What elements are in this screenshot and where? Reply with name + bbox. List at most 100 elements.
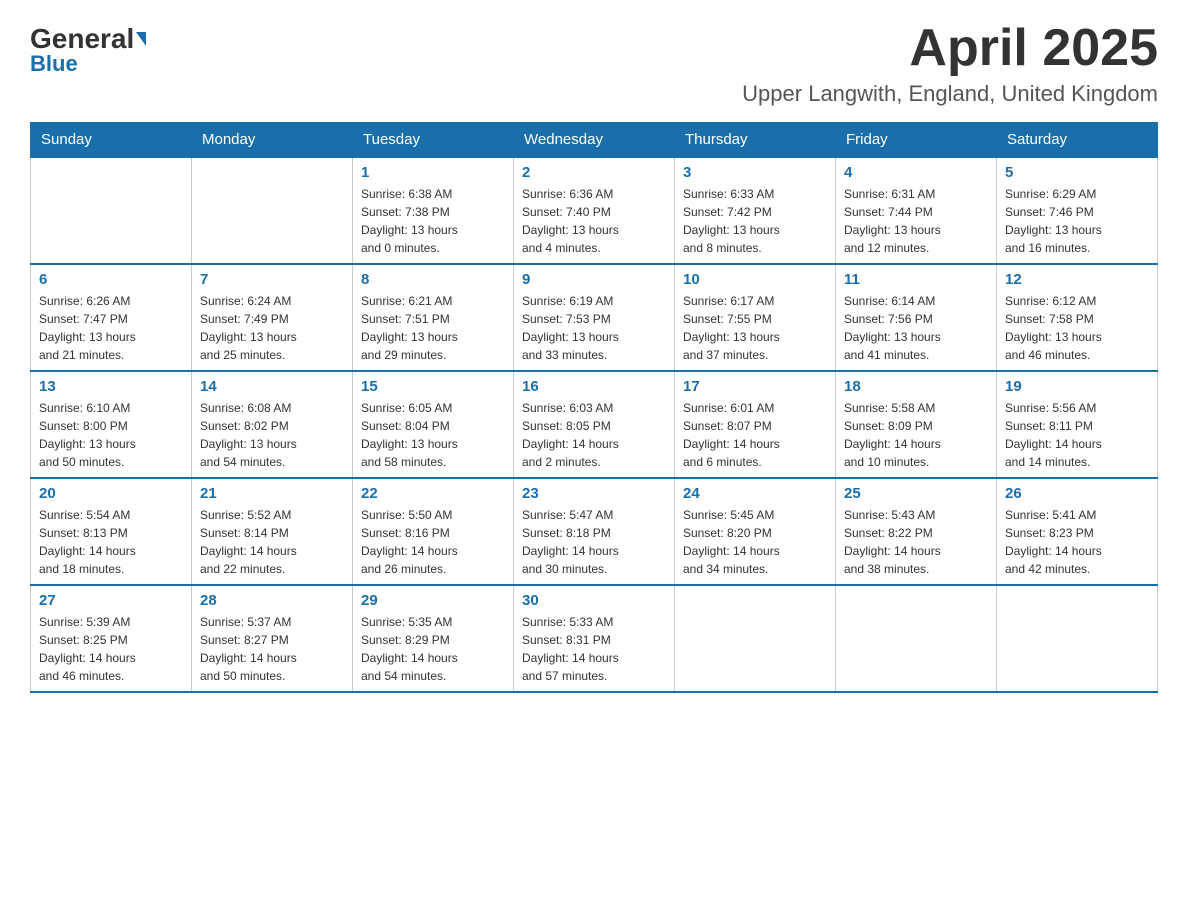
calendar-cell: 10 Sunrise: 6:17 AMSunset: 7:55 PMDayligh… xyxy=(675,264,836,371)
logo-blue-text: Blue xyxy=(30,53,78,75)
day-number: 28 xyxy=(200,592,344,609)
day-number: 7 xyxy=(200,271,344,288)
calendar-header-thursday: Thursday xyxy=(675,123,836,158)
day-info: Sunrise: 5:58 AMSunset: 8:09 PMDaylight:… xyxy=(844,399,988,471)
day-info: Sunrise: 6:36 AMSunset: 7:40 PMDaylight:… xyxy=(522,185,666,257)
calendar-cell: 27 Sunrise: 5:39 AMSunset: 8:25 PMDayligh… xyxy=(31,585,192,692)
calendar-cell: 7 Sunrise: 6:24 AMSunset: 7:49 PMDaylight… xyxy=(192,264,353,371)
day-info: Sunrise: 5:47 AMSunset: 8:18 PMDaylight:… xyxy=(522,506,666,578)
calendar-cell: 5 Sunrise: 6:29 AMSunset: 7:46 PMDaylight… xyxy=(997,157,1158,264)
calendar-cell: 15Sunrise: 6:05 AMSunset: 8:04 PMDayligh… xyxy=(353,371,514,478)
day-number: 25 xyxy=(844,485,988,502)
day-number: 12 xyxy=(1005,271,1149,288)
day-number: 2 xyxy=(522,164,666,181)
calendar-header-friday: Friday xyxy=(836,123,997,158)
calendar-cell: 8 Sunrise: 6:21 AMSunset: 7:51 PMDaylight… xyxy=(353,264,514,371)
day-info: Sunrise: 5:54 AMSunset: 8:13 PMDaylight:… xyxy=(39,506,183,578)
calendar-header-wednesday: Wednesday xyxy=(514,123,675,158)
calendar-week-row-5: 27 Sunrise: 5:39 AMSunset: 8:25 PMDayligh… xyxy=(31,585,1158,692)
calendar-week-row-2: 6 Sunrise: 6:26 AMSunset: 7:47 PMDaylight… xyxy=(31,264,1158,371)
calendar-table: SundayMondayTuesdayWednesdayThursdayFrid… xyxy=(30,122,1158,693)
day-number: 21 xyxy=(200,485,344,502)
calendar-header-sunday: Sunday xyxy=(31,123,192,158)
day-info: Sunrise: 5:33 AMSunset: 8:31 PMDaylight:… xyxy=(522,613,666,685)
calendar-cell xyxy=(192,157,353,264)
day-number: 11 xyxy=(844,271,988,288)
day-number: 9 xyxy=(522,271,666,288)
day-number: 30 xyxy=(522,592,666,609)
day-number: 22 xyxy=(361,485,505,502)
day-info: Sunrise: 6:38 AMSunset: 7:38 PMDaylight:… xyxy=(361,185,505,257)
calendar-cell xyxy=(836,585,997,692)
day-info: Sunrise: 6:01 AMSunset: 8:07 PMDaylight:… xyxy=(683,399,827,471)
day-info: Sunrise: 6:08 AMSunset: 8:02 PMDaylight:… xyxy=(200,399,344,471)
day-number: 26 xyxy=(1005,485,1149,502)
calendar-cell: 20 Sunrise: 5:54 AMSunset: 8:13 PMDayligh… xyxy=(31,478,192,585)
day-number: 13 xyxy=(39,378,183,395)
day-number: 6 xyxy=(39,271,183,288)
day-number: 17 xyxy=(683,378,827,395)
calendar-cell: 23 Sunrise: 5:47 AMSunset: 8:18 PMDayligh… xyxy=(514,478,675,585)
calendar-cell: 26Sunrise: 5:41 AMSunset: 8:23 PMDayligh… xyxy=(997,478,1158,585)
day-info: Sunrise: 5:43 AMSunset: 8:22 PMDaylight:… xyxy=(844,506,988,578)
calendar-cell: 9Sunrise: 6:19 AMSunset: 7:53 PMDaylight… xyxy=(514,264,675,371)
calendar-cell: 4 Sunrise: 6:31 AMSunset: 7:44 PMDaylight… xyxy=(836,157,997,264)
day-info: Sunrise: 6:17 AMSunset: 7:55 PMDaylight:… xyxy=(683,292,827,364)
day-info: Sunrise: 6:26 AMSunset: 7:47 PMDaylight:… xyxy=(39,292,183,364)
location-title: Upper Langwith, England, United Kingdom xyxy=(742,81,1158,107)
day-number: 8 xyxy=(361,271,505,288)
day-info: Sunrise: 6:12 AMSunset: 7:58 PMDaylight:… xyxy=(1005,292,1149,364)
day-info: Sunrise: 5:35 AMSunset: 8:29 PMDaylight:… xyxy=(361,613,505,685)
day-number: 3 xyxy=(683,164,827,181)
calendar-cell: 3 Sunrise: 6:33 AMSunset: 7:42 PMDaylight… xyxy=(675,157,836,264)
day-info: Sunrise: 6:10 AMSunset: 8:00 PMDaylight:… xyxy=(39,399,183,471)
logo-triangle-icon xyxy=(136,32,146,46)
day-info: Sunrise: 6:29 AMSunset: 7:46 PMDaylight:… xyxy=(1005,185,1149,257)
day-number: 16 xyxy=(522,378,666,395)
logo: General Blue xyxy=(30,20,146,75)
calendar-cell: 11 Sunrise: 6:14 AMSunset: 7:56 PMDayligh… xyxy=(836,264,997,371)
month-title: April 2025 xyxy=(742,20,1158,77)
calendar-cell xyxy=(675,585,836,692)
calendar-week-row-1: 1 Sunrise: 6:38 AMSunset: 7:38 PMDaylight… xyxy=(31,157,1158,264)
calendar-cell: 17 Sunrise: 6:01 AMSunset: 8:07 PMDayligh… xyxy=(675,371,836,478)
day-info: Sunrise: 5:37 AMSunset: 8:27 PMDaylight:… xyxy=(200,613,344,685)
day-number: 4 xyxy=(844,164,988,181)
day-info: Sunrise: 6:31 AMSunset: 7:44 PMDaylight:… xyxy=(844,185,988,257)
day-number: 14 xyxy=(200,378,344,395)
day-number: 27 xyxy=(39,592,183,609)
calendar-cell: 25 Sunrise: 5:43 AMSunset: 8:22 PMDayligh… xyxy=(836,478,997,585)
day-info: Sunrise: 6:21 AMSunset: 7:51 PMDaylight:… xyxy=(361,292,505,364)
calendar-cell: 29Sunrise: 5:35 AMSunset: 8:29 PMDayligh… xyxy=(353,585,514,692)
day-number: 24 xyxy=(683,485,827,502)
calendar-cell: 12 Sunrise: 6:12 AMSunset: 7:58 PMDayligh… xyxy=(997,264,1158,371)
title-area: April 2025 Upper Langwith, England, Unit… xyxy=(742,20,1158,107)
calendar-header-tuesday: Tuesday xyxy=(353,123,514,158)
calendar-cell: 6 Sunrise: 6:26 AMSunset: 7:47 PMDaylight… xyxy=(31,264,192,371)
day-info: Sunrise: 6:14 AMSunset: 7:56 PMDaylight:… xyxy=(844,292,988,364)
day-number: 18 xyxy=(844,378,988,395)
calendar-cell: 30 Sunrise: 5:33 AMSunset: 8:31 PMDayligh… xyxy=(514,585,675,692)
day-info: Sunrise: 6:33 AMSunset: 7:42 PMDaylight:… xyxy=(683,185,827,257)
day-info: Sunrise: 6:24 AMSunset: 7:49 PMDaylight:… xyxy=(200,292,344,364)
calendar-cell: 2 Sunrise: 6:36 AMSunset: 7:40 PMDaylight… xyxy=(514,157,675,264)
calendar-header-saturday: Saturday xyxy=(997,123,1158,158)
logo-general-text: General xyxy=(30,25,134,53)
calendar-cell xyxy=(31,157,192,264)
calendar-week-row-4: 20 Sunrise: 5:54 AMSunset: 8:13 PMDayligh… xyxy=(31,478,1158,585)
day-info: Sunrise: 5:45 AMSunset: 8:20 PMDaylight:… xyxy=(683,506,827,578)
day-info: Sunrise: 5:50 AMSunset: 8:16 PMDaylight:… xyxy=(361,506,505,578)
day-number: 19 xyxy=(1005,378,1149,395)
calendar-cell: 1 Sunrise: 6:38 AMSunset: 7:38 PMDaylight… xyxy=(353,157,514,264)
day-number: 5 xyxy=(1005,164,1149,181)
day-number: 10 xyxy=(683,271,827,288)
day-number: 15 xyxy=(361,378,505,395)
day-number: 23 xyxy=(522,485,666,502)
day-number: 1 xyxy=(361,164,505,181)
calendar-week-row-3: 13 Sunrise: 6:10 AMSunset: 8:00 PMDayligh… xyxy=(31,371,1158,478)
calendar-cell: 16Sunrise: 6:03 AMSunset: 8:05 PMDayligh… xyxy=(514,371,675,478)
day-number: 20 xyxy=(39,485,183,502)
calendar-cell: 13 Sunrise: 6:10 AMSunset: 8:00 PMDayligh… xyxy=(31,371,192,478)
header: General Blue April 2025 Upper Langwith, … xyxy=(30,20,1158,107)
day-info: Sunrise: 5:39 AMSunset: 8:25 PMDaylight:… xyxy=(39,613,183,685)
